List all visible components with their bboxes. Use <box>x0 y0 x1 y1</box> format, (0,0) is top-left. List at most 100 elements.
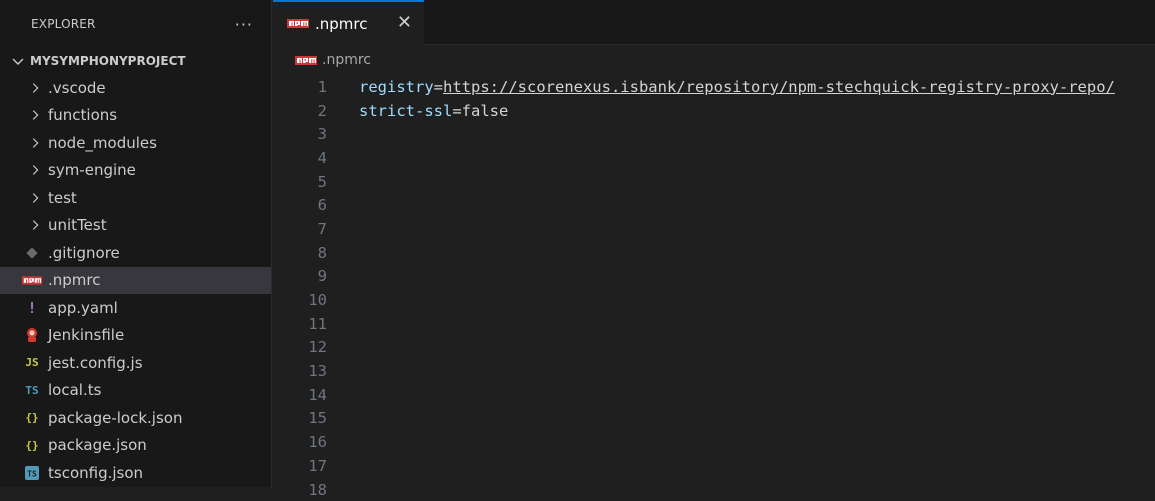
tree-item-label: node_modules <box>48 133 157 152</box>
explorer-sidebar: EXPLORER ··· MYSYMPHONYPROJECT .vscode fu… <box>0 0 272 487</box>
config-value: false <box>461 101 509 120</box>
file-item[interactable]: {} package.json <box>0 432 271 460</box>
project-folder-header[interactable]: MYSYMPHONYPROJECT <box>0 48 271 74</box>
tsconfig-icon: TS <box>22 465 42 481</box>
code-line: 6 <box>273 193 1155 217</box>
code-line: 2 strict-ssl=false <box>273 99 1155 123</box>
code-editor[interactable]: 1 registry=https://scorenexus.isbank/repo… <box>273 75 1155 501</box>
editor-area: .npmrc ✕ .npmrc 1 registry=https://scoren… <box>273 0 1155 499</box>
code-line: 3 <box>273 122 1155 146</box>
folder-item[interactable]: sym-engine <box>0 157 271 185</box>
tree-item-label: Jenkinsfile <box>48 326 125 345</box>
equals-sign: = <box>433 77 443 96</box>
chevron-right-icon <box>32 137 39 148</box>
line-number: 4 <box>317 148 327 167</box>
code-line: 13 <box>273 359 1155 383</box>
folder-item[interactable]: functions <box>0 102 271 130</box>
chevron-down-icon <box>12 58 24 65</box>
line-number: 8 <box>317 243 327 262</box>
code-line: 4 <box>273 146 1155 170</box>
code-line: 9 <box>273 265 1155 289</box>
code-line: 11 <box>273 312 1155 336</box>
code-line: 15 <box>273 407 1155 431</box>
tree-item-label: test <box>48 188 77 207</box>
tree-item-label: .vscode <box>48 78 106 97</box>
tab-npmrc[interactable]: .npmrc ✕ <box>273 0 424 45</box>
equals-sign: = <box>452 101 462 120</box>
folder-item[interactable]: node_modules <box>0 129 271 157</box>
line-number: 9 <box>317 267 327 286</box>
tree-item-label: functions <box>48 106 118 125</box>
code-line: 17 <box>273 454 1155 478</box>
tab-bar: .npmrc ✕ <box>273 0 1155 45</box>
line-number: 1 <box>317 77 327 96</box>
config-key: strict-ssl <box>359 101 453 120</box>
git-icon <box>22 247 42 259</box>
jenkins-icon <box>22 327 42 343</box>
yaml-icon: ! <box>27 298 37 317</box>
tree-item-label: app.yaml <box>48 298 118 317</box>
tab-label: .npmrc <box>315 14 368 33</box>
code-line: 14 <box>273 383 1155 407</box>
more-actions-icon[interactable]: ··· <box>235 15 253 34</box>
js-icon: JS <box>25 356 39 370</box>
code-text: strict-ssl=false <box>359 102 508 120</box>
tree-item-label: package-lock.json <box>48 408 183 427</box>
line-number: 3 <box>317 125 327 144</box>
file-item[interactable]: .gitignore <box>0 239 271 267</box>
npm-icon <box>22 276 42 285</box>
chevron-right-icon <box>32 165 39 176</box>
code-line: 7 <box>273 217 1155 241</box>
file-tree: .vscode functions node_modules sym-engine te… <box>0 74 271 487</box>
tree-item-label: jest.config.js <box>48 353 143 372</box>
line-number: 15 <box>308 409 327 428</box>
registry-url-link[interactable]: https://scorenexus.isbank/repository/npm… <box>443 78 1115 96</box>
file-item[interactable]: ! app.yaml <box>0 294 271 322</box>
tree-item-label: tsconfig.json <box>48 463 144 482</box>
line-number: 14 <box>308 385 327 404</box>
code-line: 1 registry=https://scorenexus.isbank/repo… <box>273 75 1155 99</box>
npm-icon <box>295 55 317 65</box>
line-number: 10 <box>308 291 327 310</box>
chevron-right-icon <box>32 82 39 93</box>
file-item[interactable]: TS tsconfig.json <box>0 459 271 487</box>
close-icon[interactable]: ✕ <box>397 12 412 33</box>
file-item[interactable]: .npmrc <box>0 266 271 294</box>
line-number: 2 <box>317 101 327 120</box>
line-number: 13 <box>308 362 327 381</box>
code-text: registry=https://scorenexus.isbank/repos… <box>359 78 1115 96</box>
line-number: 5 <box>317 172 327 191</box>
file-item[interactable]: JS jest.config.js <box>0 349 271 377</box>
line-number: 6 <box>317 196 327 215</box>
code-line: 5 <box>273 170 1155 194</box>
line-number: 16 <box>308 433 327 452</box>
config-key: registry <box>359 77 434 96</box>
line-number: 7 <box>317 219 327 238</box>
file-item[interactable]: Jenkinsfile <box>0 322 271 350</box>
file-item[interactable]: {} package-lock.json <box>0 404 271 432</box>
line-number: 17 <box>308 456 327 475</box>
folder-item[interactable]: .vscode <box>0 74 271 102</box>
breadcrumb-file: .npmrc <box>322 52 371 68</box>
project-name: MYSYMPHONYPROJECT <box>30 54 186 68</box>
line-number: 12 <box>308 338 327 357</box>
npm-icon <box>287 19 309 28</box>
tree-item-label: sym-engine <box>48 161 136 180</box>
code-line: 18 <box>273 478 1155 501</box>
tree-item-label: unitTest <box>48 216 107 235</box>
svg-text:TS: TS <box>27 469 37 478</box>
code-line: 12 <box>273 336 1155 360</box>
tree-item-label: local.ts <box>48 381 102 400</box>
explorer-title: EXPLORER <box>31 17 96 31</box>
breadcrumb[interactable]: .npmrc <box>273 45 1155 75</box>
chevron-right-icon <box>32 220 39 231</box>
ts-icon: TS <box>25 383 39 397</box>
code-line: 8 <box>273 241 1155 265</box>
line-number: 11 <box>308 314 327 333</box>
file-item[interactable]: TS local.ts <box>0 377 271 405</box>
folder-item[interactable]: unitTest <box>0 212 271 240</box>
folder-item[interactable]: test <box>0 184 271 212</box>
code-line: 16 <box>273 430 1155 454</box>
tree-item-label: .gitignore <box>48 243 120 262</box>
chevron-right-icon <box>32 110 39 121</box>
